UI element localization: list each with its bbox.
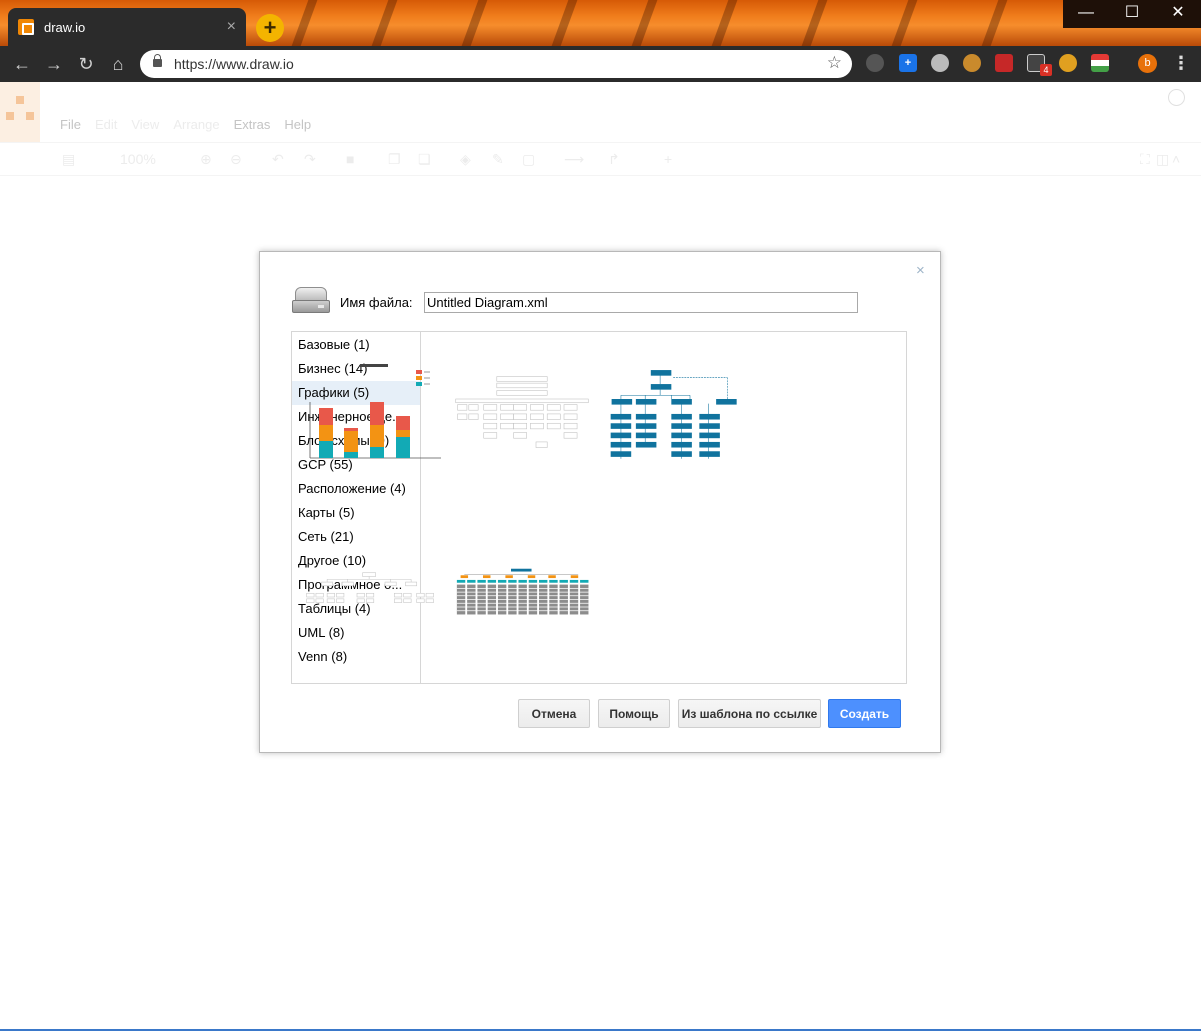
- menu-extras[interactable]: Extras: [234, 117, 271, 132]
- theme-stripe: [291, 0, 318, 46]
- address-bar[interactable]: https://www.draw.io ☆: [140, 50, 852, 78]
- drawio-logo: [0, 82, 40, 142]
- menu-arrange[interactable]: Arrange: [173, 117, 219, 132]
- help-button[interactable]: Помощь: [598, 699, 670, 728]
- back-icon[interactable]: ←: [10, 52, 34, 76]
- theme-stripe: [461, 0, 488, 46]
- theme-stripe: [631, 0, 658, 46]
- dialog-close-icon[interactable]: ×: [916, 262, 925, 279]
- cancel-button[interactable]: Отмена: [518, 699, 590, 728]
- theme-stripe: [891, 0, 918, 46]
- language-globe-icon[interactable]: [1168, 89, 1185, 106]
- to-front-icon[interactable]: ❐: [388, 151, 401, 168]
- theme-stripe: [371, 0, 398, 46]
- category-maps[interactable]: Карты (5): [292, 501, 420, 525]
- browser-menu-icon[interactable]: ⋮: [1172, 53, 1190, 74]
- menu-edit[interactable]: Edit: [95, 117, 117, 132]
- maximize-window-icon[interactable]: ☐: [1109, 0, 1155, 28]
- extension-badge: 4: [1040, 64, 1052, 76]
- tab-close-icon[interactable]: ×: [227, 18, 236, 36]
- line-color-icon[interactable]: ✎: [492, 151, 504, 168]
- filename-label: Имя файла:: [340, 295, 413, 310]
- drawio-favicon-icon: [18, 19, 34, 35]
- template-panel: Базовые (1) Бизнес (14) Графики (5) Инже…: [291, 331, 907, 684]
- template-bar-chart[interactable]: [301, 358, 441, 468]
- new-diagram-dialog: × Имя файла: Базовые (1) Бизнес (14) Гра…: [259, 251, 941, 753]
- collapse-icon[interactable]: ˄: [1172, 151, 1180, 167]
- zoom-select[interactable]: 100%: [120, 151, 156, 167]
- fullscreen-icon[interactable]: ⛶: [1140, 151, 1150, 168]
- template-tree-table[interactable]: [301, 528, 441, 638]
- filename-input[interactable]: [424, 292, 858, 313]
- extension-plus-icon[interactable]: +: [899, 54, 917, 72]
- insert-icon[interactable]: +: [664, 151, 672, 167]
- extension-globe-icon[interactable]: [866, 54, 884, 72]
- shadow-icon[interactable]: ▢: [522, 151, 535, 168]
- extension-circle-icon[interactable]: [931, 54, 949, 72]
- undo-icon[interactable]: ↶: [272, 151, 284, 168]
- browser-tab[interactable]: draw.io ×: [8, 8, 246, 46]
- menu-help[interactable]: Help: [284, 117, 311, 132]
- template-grid-table[interactable]: [455, 538, 595, 648]
- extension-cat-icon[interactable]: [963, 54, 981, 72]
- bookmark-star-icon[interactable]: ☆: [827, 53, 842, 73]
- zoom-in-icon[interactable]: ⊕: [200, 151, 212, 168]
- minimize-window-icon[interactable]: —: [1063, 0, 1109, 28]
- extension-red-icon[interactable]: [995, 54, 1013, 72]
- forward-icon[interactable]: →: [42, 52, 66, 76]
- menu-view[interactable]: View: [131, 117, 159, 132]
- app-menubar: File Edit View Arrange Extras Help: [60, 117, 325, 132]
- url-text: https://www.draw.io: [174, 56, 294, 72]
- new-tab-button[interactable]: +: [256, 14, 284, 42]
- template-from-url-button[interactable]: Из шаблона по ссылке: [678, 699, 821, 728]
- extension-flag-icon[interactable]: [1091, 54, 1109, 72]
- fill-color-icon[interactable]: ◈: [460, 151, 471, 168]
- menu-file[interactable]: File: [60, 117, 81, 132]
- profile-avatar[interactable]: b: [1138, 54, 1157, 73]
- theme-stripe: [801, 0, 828, 46]
- app-toolbar: ▤ 100% ⊕ ⊖ ↶ ↷ ■ ❐ ❏ ◈ ✎ ▢ ⟶ ↱ + ⛶ ◫ ˄: [0, 142, 1201, 176]
- category-basic[interactable]: Базовые (1): [292, 333, 420, 357]
- hard-drive-icon: [292, 287, 330, 315]
- browser-tabstrip: draw.io × +: [0, 0, 1201, 46]
- template-org-table[interactable]: [452, 358, 592, 468]
- delete-icon[interactable]: ■: [346, 151, 354, 167]
- category-layout[interactable]: Расположение (4): [292, 477, 420, 501]
- browser-toolbar: ← → ↻ ⌂ https://www.draw.io ☆ +: [0, 46, 1201, 82]
- create-button[interactable]: Создать: [828, 699, 901, 728]
- tab-title: draw.io: [44, 19, 86, 35]
- theme-stripe: [551, 0, 578, 46]
- to-back-icon[interactable]: ❏: [418, 151, 431, 168]
- redo-icon[interactable]: ↷: [304, 151, 316, 168]
- extension-face-icon[interactable]: [1059, 54, 1077, 72]
- connection-icon[interactable]: ⟶: [564, 151, 584, 168]
- template-org-chart[interactable]: [606, 358, 746, 468]
- theme-stripe: [711, 0, 738, 46]
- theme-stripe: [981, 0, 1008, 46]
- format-panel-icon[interactable]: ◫: [1156, 151, 1169, 168]
- category-venn[interactable]: Venn (8): [292, 645, 420, 669]
- lock-icon: [153, 54, 162, 67]
- reload-icon[interactable]: ↻: [74, 52, 98, 76]
- home-icon[interactable]: ⌂: [106, 52, 130, 76]
- zoom-out-icon[interactable]: ⊖: [230, 151, 242, 168]
- page-view-icon[interactable]: ▤: [62, 151, 75, 168]
- close-window-icon[interactable]: ✕: [1155, 0, 1201, 28]
- waypoints-icon[interactable]: ↱: [608, 151, 620, 168]
